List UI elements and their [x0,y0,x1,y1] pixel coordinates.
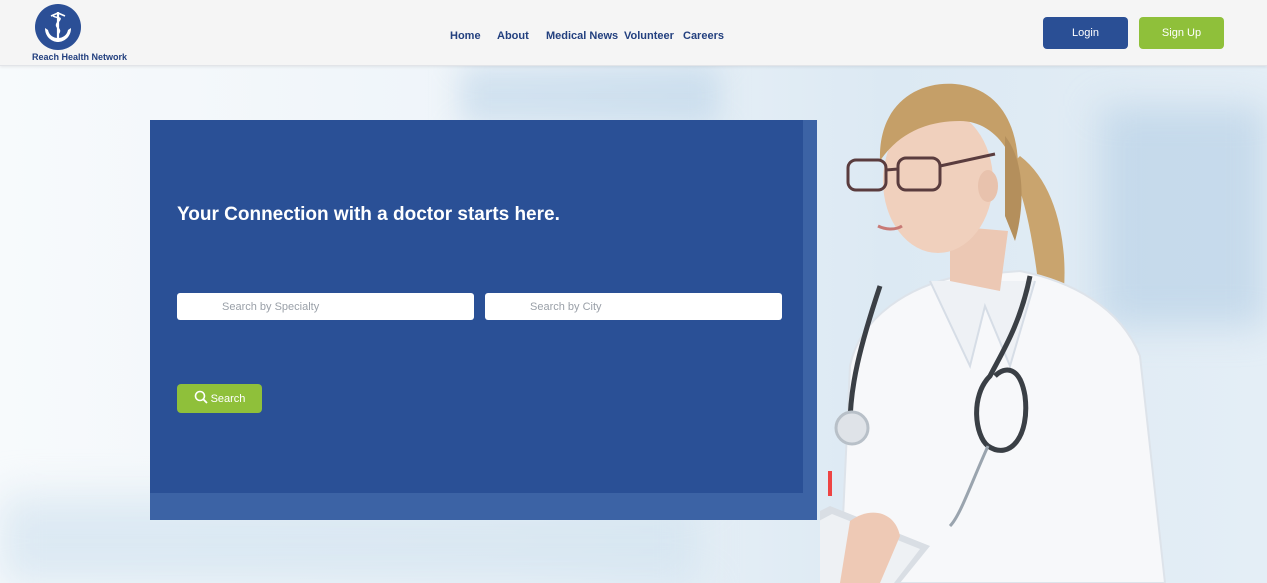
hands-caduceus-logo-icon [35,4,81,50]
panel-accent-strip [803,120,817,520]
nav-volunteer[interactable]: Volunteer [624,30,674,42]
nav-careers[interactable]: Careers [683,30,724,42]
magnifier-search-icon [194,390,208,407]
hero-headline: Your Connection with a doctor starts her… [177,204,560,225]
nav-about[interactable]: About [497,30,529,42]
signup-button[interactable]: Sign Up [1139,17,1224,49]
search-button-label: Search [210,392,246,405]
specialty-field [177,293,474,320]
background-blur [460,66,720,126]
search-button[interactable]: Search [177,384,262,413]
brand-logo[interactable]: Reach Health Network [32,4,132,62]
brand-name: Reach Health Network [32,52,128,62]
city-search-input[interactable] [485,293,782,320]
nav-medical-news[interactable]: Medical News [546,30,618,42]
specialty-search-input[interactable] [177,293,474,320]
doctor-photo [820,83,1167,583]
nav-home[interactable]: Home [450,30,481,42]
login-button[interactable]: Login [1043,17,1128,49]
search-panel [150,120,817,520]
city-field [485,293,782,320]
site-header: Reach Health Network Home About Medical … [0,0,1267,66]
panel-accent-strip [150,493,817,520]
